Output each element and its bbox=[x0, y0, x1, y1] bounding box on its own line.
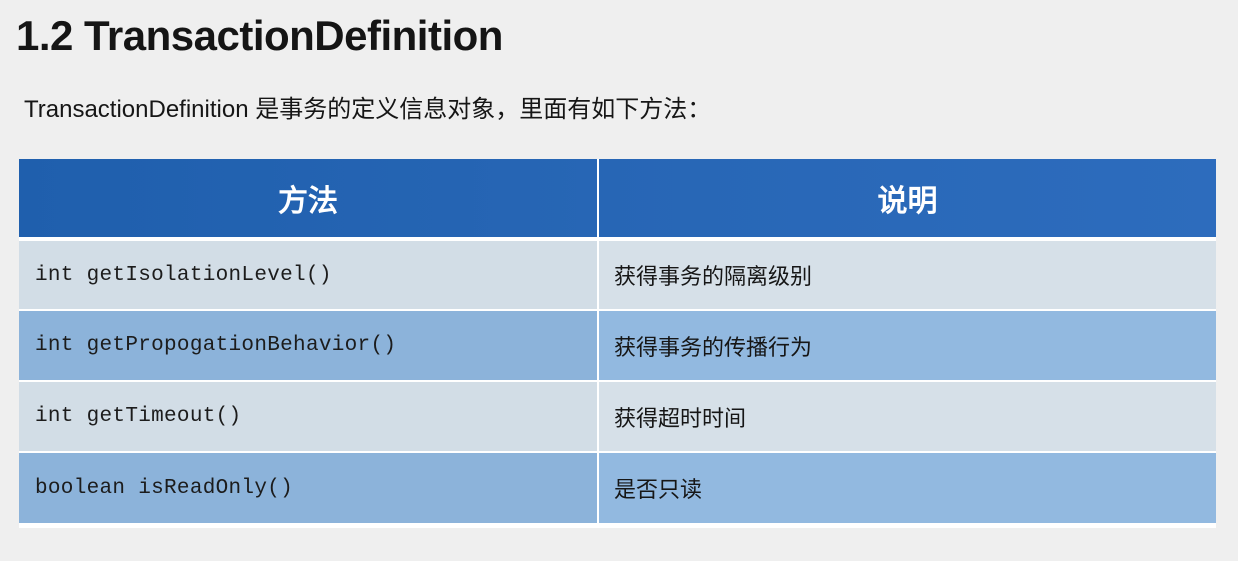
method-description: 获得超时时间 bbox=[614, 405, 747, 431]
method-signature: int getPropogationBehavior() bbox=[35, 334, 397, 357]
method-cell: int getIsolationLevel() bbox=[19, 239, 599, 311]
table-row: int getTimeout() 获得超时时间 bbox=[19, 381, 1216, 453]
header-description: 说明 bbox=[598, 159, 1216, 241]
table-row: int getIsolationLevel() 获得事务的隔离级别 bbox=[19, 239, 1216, 311]
page-subtitle: TransactionDefinition 是事务的定义信息对象，里面有如下方法… bbox=[24, 96, 712, 123]
methods-table: 方法 说明 int getIsolationLevel() 获得事务的隔离级别 … bbox=[19, 159, 1216, 523]
table-row: int getPropogationBehavior() 获得事务的传播行为 bbox=[19, 310, 1216, 382]
method-description: 获得事务的隔离级别 bbox=[614, 264, 813, 289]
method-description: 是否只读 bbox=[614, 477, 703, 502]
page-title: 1.2 TransactionDefinition bbox=[16, 12, 503, 59]
method-description: 获得事务的传播行为 bbox=[614, 334, 813, 360]
description-cell: 获得事务的传播行为 bbox=[598, 310, 1216, 382]
description-cell: 获得超时时间 bbox=[598, 381, 1216, 453]
table-row: boolean isReadOnly() 是否只读 bbox=[19, 452, 1216, 523]
method-signature: int getTimeout() bbox=[35, 405, 242, 428]
method-cell: int getTimeout() bbox=[19, 381, 599, 453]
description-cell: 获得事务的隔离级别 bbox=[598, 239, 1216, 311]
table-header-row: 方法 说明 bbox=[19, 159, 1216, 241]
method-signature: boolean isReadOnly() bbox=[35, 476, 294, 500]
method-signature: int getIsolationLevel() bbox=[35, 263, 332, 287]
methods-table-container: 方法 说明 int getIsolationLevel() 获得事务的隔离级别 … bbox=[19, 159, 1216, 528]
method-cell: boolean isReadOnly() bbox=[19, 452, 599, 523]
header-method: 方法 bbox=[19, 159, 599, 241]
description-cell: 是否只读 bbox=[598, 452, 1216, 523]
method-cell: int getPropogationBehavior() bbox=[19, 310, 599, 382]
